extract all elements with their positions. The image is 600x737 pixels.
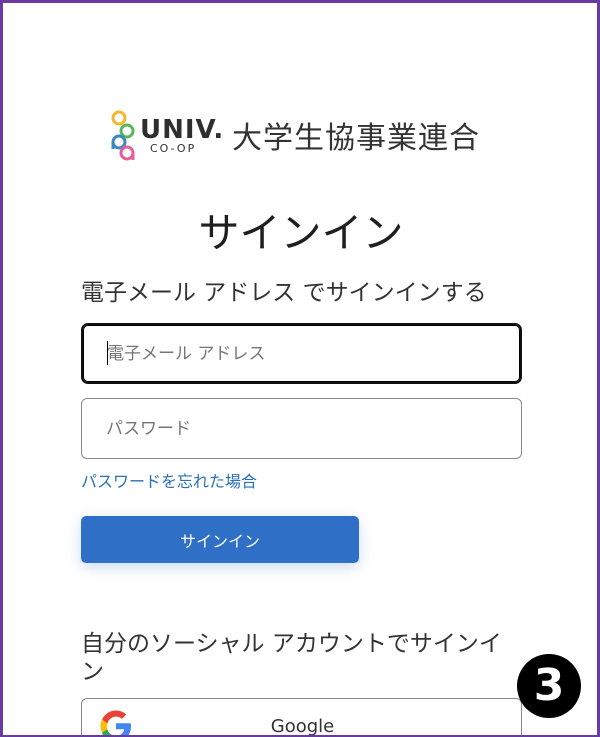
organization-name: 大学生協事業連合 [232, 121, 480, 156]
text-caret [107, 341, 108, 365]
google-signin-button[interactable]: Google [81, 698, 522, 737]
logo-coop-text: CO-OP [150, 142, 197, 155]
password-field[interactable] [81, 398, 522, 459]
page-title: サインイン [198, 209, 404, 257]
social-signin-heading: 自分のソーシャル アカウントでサインイン [81, 631, 502, 685]
login-page-frame: UNIV. CO-OP 大学生協事業連合 サインイン 電子メール アドレス でサ… [0, 0, 600, 737]
coop-logo-mark-icon [110, 109, 136, 161]
step-number-badge: 3 [517, 654, 581, 718]
univ-coop-logo: UNIV. CO-OP [110, 109, 248, 161]
google-button-label: Google [270, 716, 335, 737]
signin-button[interactable]: サインイン [81, 516, 359, 563]
logo-univ-text: UNIV. [140, 115, 225, 145]
forgot-password-link[interactable]: パスワードを忘れた場合 [81, 468, 257, 492]
email-field[interactable] [81, 323, 522, 384]
signin-subtitle: 電子メール アドレス でサインインする [81, 280, 487, 306]
